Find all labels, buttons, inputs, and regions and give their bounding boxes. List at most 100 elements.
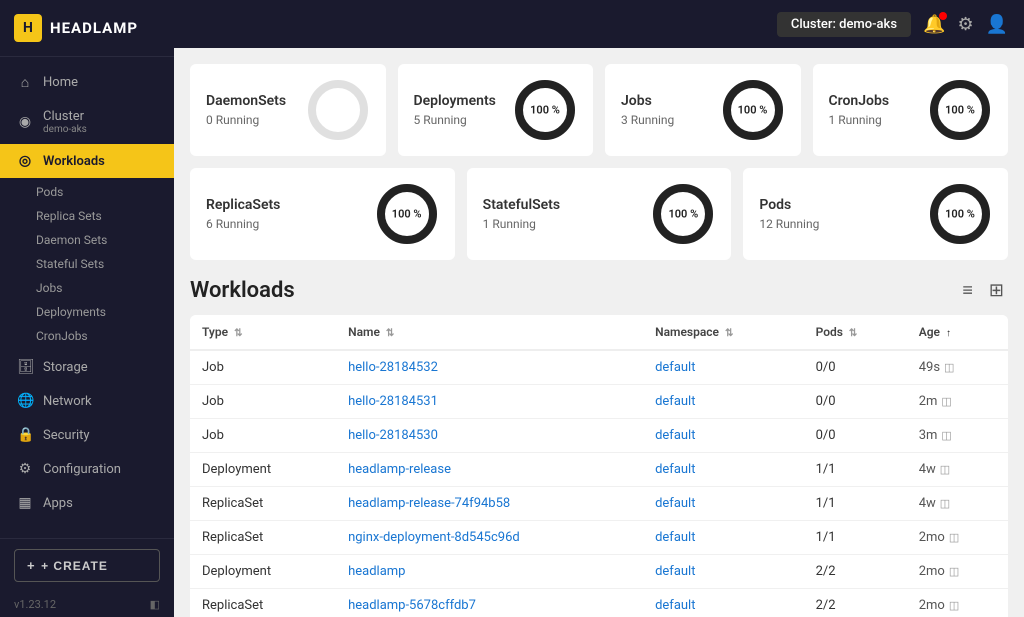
cell-name: hello-28184530 (336, 419, 643, 453)
configuration-icon: ⚙ (17, 461, 33, 477)
age-value: 4w (919, 462, 936, 477)
replicasets-title: ReplicaSets (206, 197, 280, 213)
stat-info-pods: Pods 12 Running (759, 197, 819, 231)
namespace-link[interactable]: default (655, 564, 695, 579)
cluster-icon: ◉ (17, 114, 33, 130)
replicasets-sub: 6 Running (206, 217, 280, 231)
age-value: 2mo (919, 598, 945, 613)
deployments-title: Deployments (414, 93, 496, 109)
sidebar-item-storage[interactable]: 🗄 Storage (0, 350, 174, 384)
cronjobs-donut: 100 % (928, 78, 992, 142)
cell-namespace: default (643, 385, 804, 419)
pods-title: Pods (759, 197, 819, 213)
sidebar-item-home[interactable]: ⌂ Home (0, 65, 174, 100)
col-namespace[interactable]: Namespace ⇅ (643, 315, 804, 350)
notifications-icon[interactable]: 🔔 (923, 14, 945, 35)
cell-age: 4w ◫ (907, 453, 1008, 487)
sidebar-item-replica-sets[interactable]: Replica Sets (0, 204, 174, 228)
sidebar-item-deployments[interactable]: Deployments (0, 300, 174, 324)
stat-card-pods: Pods 12 Running 100 % (743, 168, 1008, 260)
age-value: 4w (919, 496, 936, 511)
namespace-link[interactable]: default (655, 360, 695, 375)
create-button[interactable]: + + CREATE (14, 549, 160, 582)
workloads-subnav: Pods Replica Sets Daemon Sets Stateful S… (0, 178, 174, 350)
sidebar-item-jobs[interactable]: Jobs (0, 276, 174, 300)
cell-type: ReplicaSet (190, 589, 336, 617)
sidebar-item-cronjobs[interactable]: CronJobs (0, 324, 174, 348)
cell-pods: 1/1 (804, 487, 907, 521)
workloads-icon: ◎ (17, 153, 33, 169)
jobs-title: Jobs (621, 93, 674, 109)
workloads-title: Workloads (190, 278, 295, 303)
sidebar-item-cluster[interactable]: ◉ Cluster demo-aks (0, 100, 174, 144)
cell-namespace: default (643, 521, 804, 555)
main-panel: Cluster: demo-aks 🔔 ⚙ 👤 DaemonSets 0 Run… (174, 0, 1024, 617)
cell-pods: 2/2 (804, 555, 907, 589)
logo: H HEADLAMP (0, 0, 174, 57)
workload-name-link[interactable]: headlamp-release (348, 462, 451, 477)
age-icon: ◫ (941, 395, 951, 408)
age-icon: ◫ (940, 463, 950, 476)
workload-name-link[interactable]: hello-28184530 (348, 428, 438, 443)
view-toggle-button[interactable]: ⊞ (985, 276, 1008, 305)
statefulsets-sub: 1 Running (483, 217, 560, 231)
namespace-link[interactable]: default (655, 530, 695, 545)
namespace-link[interactable]: default (655, 598, 695, 613)
namespace-link[interactable]: default (655, 462, 695, 477)
workload-name-link[interactable]: headlamp (348, 564, 405, 579)
col-name[interactable]: Name ⇅ (336, 315, 643, 350)
settings-icon[interactable]: ⚙ (957, 14, 973, 35)
content-area: DaemonSets 0 Running Deployments 5 Runni… (174, 48, 1024, 617)
table-row: Job hello-28184532 default 0/0 49s ◫ (190, 350, 1008, 385)
sidebar-item-stateful-sets[interactable]: Stateful Sets (0, 252, 174, 276)
table-header-row: Type ⇅ Name ⇅ Namespace ⇅ Pods ⇅ Age ↑ (190, 315, 1008, 350)
workload-name-link[interactable]: nginx-deployment-8d545c96d (348, 530, 520, 545)
sidebar-item-daemon-sets[interactable]: Daemon Sets (0, 228, 174, 252)
namespace-link[interactable]: default (655, 428, 695, 443)
stat-info-jobs: Jobs 3 Running (621, 93, 674, 127)
sidebar-item-pods[interactable]: Pods (0, 180, 174, 204)
col-type[interactable]: Type ⇅ (190, 315, 336, 350)
workload-name-link[interactable]: hello-28184532 (348, 360, 438, 375)
workload-name-link[interactable]: headlamp-release-74f94b58 (348, 496, 510, 511)
age-value: 49s (919, 360, 940, 375)
cell-pods: 1/1 (804, 521, 907, 555)
cell-type: Job (190, 350, 336, 385)
home-icon: ⌂ (17, 74, 33, 91)
age-value: 3m (919, 428, 938, 443)
cluster-badge[interactable]: Cluster: demo-aks (777, 12, 911, 37)
table-row: ReplicaSet nginx-deployment-8d545c96d de… (190, 521, 1008, 555)
cell-age: 3m ◫ (907, 419, 1008, 453)
col-age[interactable]: Age ↑ (907, 315, 1008, 350)
sidebar-item-apps[interactable]: ▦ Apps (0, 486, 174, 520)
create-plus-icon: + (27, 558, 35, 573)
sidebar: H HEADLAMP ⌂ Home ◉ Cluster demo-aks ◎ W… (0, 0, 174, 617)
age-icon: ◫ (949, 599, 959, 612)
pods-donut: 100 % (928, 182, 992, 246)
sidebar-item-security[interactable]: 🔒 Security (0, 418, 174, 452)
stat-card-daemonsets: DaemonSets 0 Running (190, 64, 386, 156)
namespace-link[interactable]: default (655, 496, 695, 511)
cell-type: Deployment (190, 555, 336, 589)
filter-button[interactable]: ≡ (958, 276, 977, 305)
user-icon[interactable]: 👤 (986, 14, 1008, 35)
pods-percent: 100 % (945, 208, 975, 221)
jobs-percent: 100 % (738, 104, 768, 117)
sidebar-item-configuration[interactable]: ⚙ Configuration (0, 452, 174, 486)
top-header: Cluster: demo-aks 🔔 ⚙ 👤 (174, 0, 1024, 48)
workload-name-link[interactable]: headlamp-5678cffdb7 (348, 598, 476, 613)
sidebar-item-network[interactable]: 🌐 Network (0, 384, 174, 418)
cell-pods: 0/0 (804, 419, 907, 453)
workload-name-link[interactable]: hello-28184531 (348, 394, 438, 409)
stat-card-cronjobs: CronJobs 1 Running 100 % (813, 64, 1009, 156)
cell-name: headlamp-release (336, 453, 643, 487)
col-pods[interactable]: Pods ⇅ (804, 315, 907, 350)
security-icon: 🔒 (17, 427, 33, 443)
sidebar-item-workloads[interactable]: ◎ Workloads (0, 144, 174, 178)
cell-namespace: default (643, 589, 804, 617)
namespace-link[interactable]: default (655, 394, 695, 409)
expand-icon[interactable]: ◧ (150, 598, 160, 611)
header-actions: ≡ ⊞ (958, 276, 1008, 305)
cell-pods: 0/0 (804, 350, 907, 385)
statefulsets-title: StatefulSets (483, 197, 560, 213)
